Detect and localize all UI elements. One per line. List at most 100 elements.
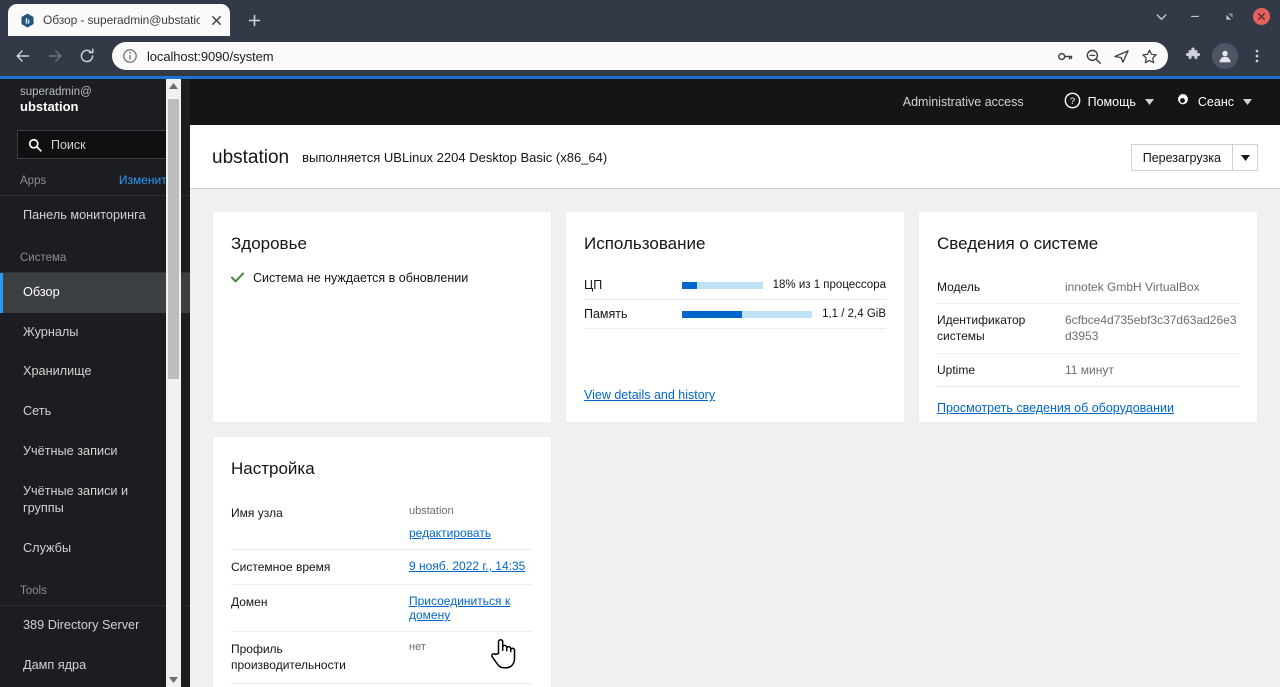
site-info-icon[interactable] — [122, 48, 138, 64]
scrollbar-track[interactable] — [166, 93, 181, 673]
tab-title: Обзор - superadmin@ubstatio — [43, 13, 200, 27]
minimize-button[interactable] — [1178, 1, 1212, 31]
view-hardware-details-link[interactable]: Просмотреть сведения об оборудовании — [937, 387, 1239, 415]
close-window-button[interactable] — [1246, 1, 1276, 31]
config-key-hostname: Имя узла — [231, 506, 283, 520]
cockpit-sidebar: superadmin@ ubstation Поиск Apps Изменит… — [0, 79, 190, 687]
browser-window: b Обзор - superadmin@ubstatio localhost:… — [0, 0, 1280, 687]
password-key-icon[interactable] — [1057, 48, 1074, 65]
help-menu-button[interactable]: ? Помощь — [1054, 86, 1164, 118]
sidebar-item-networking[interactable]: Сеть — [0, 392, 190, 432]
system-information-card: Сведения о системе Модель innotek GmbH V… — [918, 211, 1258, 423]
search-placeholder: Поиск — [51, 137, 86, 152]
system-time-link[interactable]: 9 нояб. 2022 г., 14:35 — [409, 559, 525, 573]
caret-down-icon — [1144, 97, 1154, 107]
sysinfo-key-model: Модель — [937, 280, 981, 294]
sidebar-group-label-system: Система — [0, 236, 190, 273]
sysinfo-row-system-id: Идентификатор системы 6cfbce4d735ebf3c37… — [937, 304, 1239, 354]
sidebar-item-dashboard[interactable]: Панель мониторинга — [0, 196, 190, 236]
maximize-button[interactable] — [1212, 1, 1246, 31]
check-icon — [230, 272, 245, 285]
share-send-icon[interactable] — [1113, 48, 1130, 65]
address-bar[interactable]: localhost:9090/system — [112, 42, 1168, 70]
usage-rows: ЦП 18% из 1 процессора Память 1,1 / 2,4 … — [584, 271, 886, 329]
sidebar-user-text: superadmin@ ubstation — [20, 85, 92, 116]
sidebar-item-389-directory-server[interactable]: 389 Directory Server — [0, 606, 190, 646]
help-menu-label: Помощь — [1087, 95, 1136, 109]
config-row-domain: Домен Присоединиться к домену — [231, 585, 533, 633]
config-key-performance-profile: Профиль производительности — [231, 642, 346, 673]
sidebar-item-logs[interactable]: Журналы — [0, 313, 190, 353]
kebab-menu-icon[interactable] — [1242, 41, 1272, 71]
memory-usage-bar — [682, 310, 813, 318]
sidebar-item-services[interactable]: Службы — [0, 529, 190, 569]
usage-value-cpu: 18% из 1 процессора — [772, 279, 886, 291]
sysinfo-value-system-id: 6cfbce4d735ebf3c37d63ad26e3d3953 — [1065, 313, 1237, 344]
session-menu-button[interactable]: Сеанс — [1164, 86, 1262, 118]
address-bar-url: localhost:9090/system — [147, 48, 274, 64]
bookmark-star-icon[interactable] — [1141, 48, 1158, 65]
view-details-and-history-link[interactable]: View details and history — [584, 374, 886, 402]
config-value-performance-profile-group: нет — [409, 641, 533, 653]
sidebar-item-kernel-dump[interactable]: Дамп ядра — [0, 646, 190, 686]
restart-button[interactable]: Перезагрузка — [1130, 144, 1233, 171]
reload-icon[interactable] — [72, 41, 102, 71]
close-icon[interactable] — [208, 12, 224, 28]
sysinfo-key-system-id: Идентификатор системы — [937, 313, 1026, 344]
sysinfo-key-uptime: Uptime — [937, 362, 976, 377]
config-row-performance-profile: Профиль производительности нет — [231, 632, 533, 684]
sidebar-user-menu[interactable]: superadmin@ ubstation — [0, 79, 190, 126]
overview-cards-grid: Здоровье Система не нуждается в обновлен… — [190, 189, 1280, 687]
sidebar-apps-edit-link[interactable]: Изменить — [119, 173, 173, 187]
sidebar-item-overview[interactable]: Обзор — [0, 272, 190, 313]
search-input[interactable]: Поиск — [17, 130, 173, 159]
usage-card: Использование ЦП 18% из 1 процессора Пам… — [565, 211, 905, 423]
scrollbar-thumb[interactable] — [168, 99, 179, 379]
configuration-card-title: Настройка — [231, 459, 315, 478]
sidebar-item-storage[interactable]: Хранилище — [0, 352, 190, 392]
gear-icon — [1174, 92, 1191, 112]
new-tab-button[interactable] — [240, 6, 268, 34]
configuration-card: Настройка Имя узла ubstation редактирова… — [212, 436, 552, 687]
sidebar-item-accounts[interactable]: Учётные записи — [0, 432, 190, 472]
sidebar-scrollbar[interactable] — [166, 79, 181, 687]
cockpit-logo-icon: b — [19, 12, 35, 28]
svg-text:?: ? — [1070, 96, 1075, 107]
config-value-performance-profile[interactable]: нет — [409, 641, 426, 653]
system-information-rows: Модель innotek GmbH VirtualBox Идентифик… — [937, 271, 1239, 387]
sidebar-search-wrap: Поиск — [0, 126, 190, 159]
sidebar-item-accounts-and-groups[interactable]: Учётные записи и группы — [0, 472, 190, 530]
config-value-system-time-group: 9 нояб. 2022 г., 14:35 — [409, 559, 533, 573]
close-icon — [1252, 7, 1270, 25]
join-domain-link[interactable]: Присоединиться к домену — [409, 594, 533, 622]
cockpit-content: Administrative access ? Помощь Сеанс ubs… — [190, 79, 1280, 687]
back-arrow-icon[interactable] — [8, 41, 38, 71]
puzzle-icon[interactable] — [1178, 41, 1208, 71]
memory-usage-bar-fill — [682, 310, 742, 318]
page-title: ubstation — [212, 146, 290, 168]
profile-button[interactable] — [1210, 41, 1240, 71]
search-icon — [28, 138, 42, 152]
help-circle-icon: ? — [1064, 92, 1081, 112]
config-value-hostname-group: ubstation редактировать — [409, 505, 533, 540]
tab-search-button[interactable] — [1144, 1, 1178, 31]
sidebar-user-host: ubstation — [20, 99, 79, 115]
browser-tab[interactable]: b Обзор - superadmin@ubstatio — [8, 4, 230, 36]
config-row-ssh-keys: Ключи Secure Shell Показать отпечатки — [231, 684, 533, 687]
administrative-access-label[interactable]: Administrative access — [903, 95, 1024, 109]
svg-text:b: b — [25, 16, 30, 25]
scroll-up-arrow-icon[interactable] — [166, 79, 181, 93]
restart-dropdown-toggle[interactable] — [1233, 144, 1258, 171]
usage-card-title: Использование — [584, 234, 706, 253]
chevron-down-icon — [1155, 13, 1167, 20]
restart-button-group: Перезагрузка — [1130, 144, 1258, 171]
usage-label-cpu: ЦП — [584, 278, 603, 292]
usage-row-cpu: ЦП 18% из 1 процессора — [584, 271, 886, 300]
edit-hostname-link[interactable]: редактировать — [409, 526, 491, 540]
config-row-system-time: Системное время 9 нояб. 2022 г., 14:35 — [231, 550, 533, 586]
forward-arrow-icon[interactable] — [40, 41, 70, 71]
session-menu-label: Сеанс — [1197, 95, 1234, 109]
scroll-down-arrow-icon[interactable] — [166, 673, 181, 687]
zoom-out-icon[interactable] — [1085, 48, 1102, 65]
maximize-icon — [1225, 12, 1233, 20]
